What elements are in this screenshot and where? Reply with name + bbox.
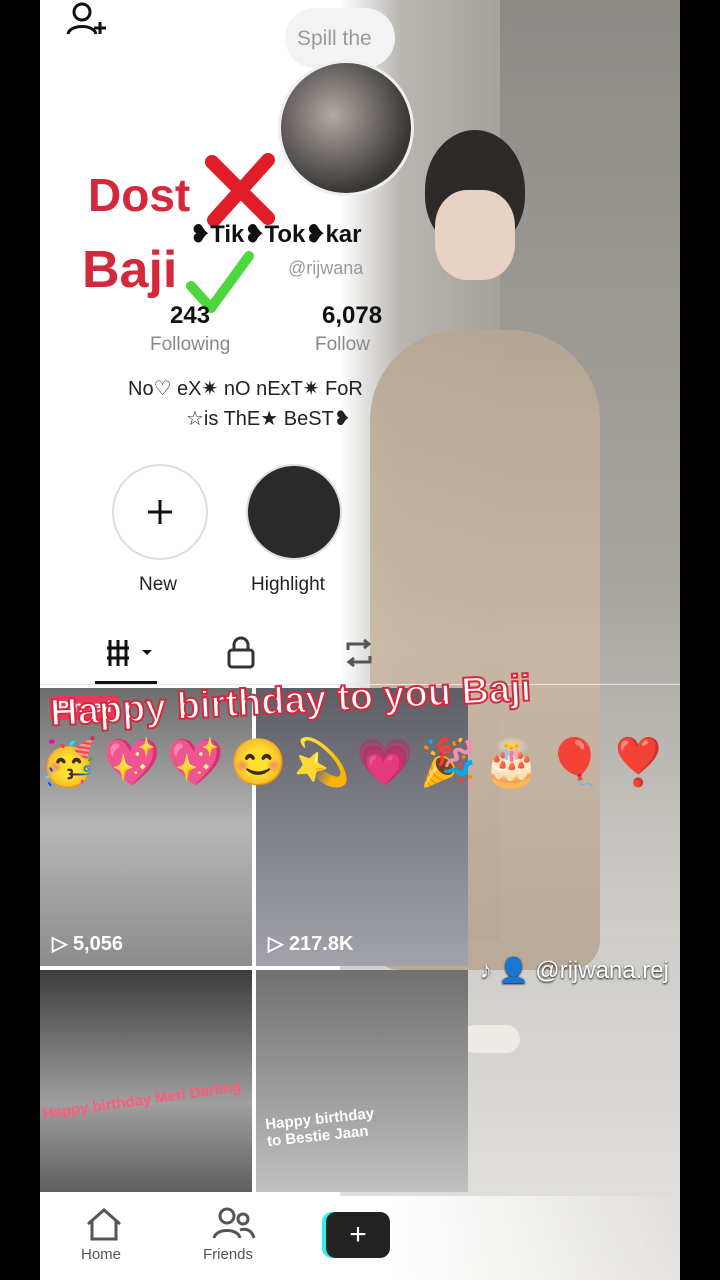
create-button[interactable]: + — [326, 1212, 390, 1258]
nav-friends-label[interactable]: Friends — [203, 1246, 253, 1263]
add-friend-icon[interactable] — [64, 0, 108, 40]
video-tile[interactable]: Happy birthday to Bestie Jaan — [256, 970, 468, 1192]
new-highlight-button[interactable] — [112, 464, 208, 560]
video-tile[interactable]: ▷ 217.8K — [256, 688, 468, 966]
video-tile[interactable]: Happy birthday Meri Darling — [40, 970, 252, 1192]
highlight-thumbnail[interactable] — [246, 464, 342, 560]
overlay-text-dost: Dost — [88, 169, 191, 221]
profile-nickname: ❥Tik❥Tok❥kar — [190, 221, 362, 248]
person-shoe — [460, 1025, 520, 1053]
highlight-label-new: New — [139, 574, 178, 595]
plus-icon — [148, 500, 172, 524]
bio-line-2: ☆is ThE★ BeST❥ — [186, 408, 351, 430]
overlay-text-baji: Baji — [82, 241, 178, 299]
lock-icon[interactable] — [226, 636, 256, 670]
spill-input[interactable]: Spill the — [285, 8, 395, 68]
nav-home-label[interactable]: Home — [81, 1246, 121, 1263]
bio-line-1: No♡ eX✷ nO nExT✷ FoR — [128, 378, 363, 400]
profile-handle: @rijwana — [288, 258, 364, 278]
video-caption: Happy birthday to Bestie Jaan — [264, 1104, 375, 1151]
highlight-label: Highlight — [251, 574, 325, 595]
videos-tab-icon[interactable] — [104, 636, 154, 670]
watermark-handle: @rijwana.rej — [535, 957, 669, 984]
repost-icon[interactable] — [342, 636, 376, 670]
friends-icon[interactable] — [212, 1206, 256, 1242]
view-count-value: 5,056 — [72, 933, 123, 955]
followers-label[interactable]: Follow — [315, 334, 370, 356]
cross-mark-icon — [205, 153, 275, 227]
person-face — [435, 190, 515, 280]
view-count: ▷ 217.8K — [268, 933, 354, 955]
view-count-value: 217.8K — [288, 933, 354, 955]
home-icon[interactable] — [84, 1206, 124, 1242]
view-count: ▷ 5,056 — [52, 933, 123, 955]
following-count[interactable]: 243 — [170, 302, 210, 330]
followers-count[interactable]: 6,078 — [322, 302, 382, 330]
following-label[interactable]: Following — [150, 334, 230, 356]
profile-avatar[interactable] — [278, 60, 414, 196]
emoji-row: 🥳💖💖😊💫💗🎉🎂🎈❣️ — [40, 736, 673, 788]
tiktok-watermark: ♪ 👤 @rijwana.rej — [480, 957, 669, 984]
video-caption: Happy birthday Meri Darling — [41, 1078, 243, 1123]
active-tab-indicator — [95, 681, 157, 684]
